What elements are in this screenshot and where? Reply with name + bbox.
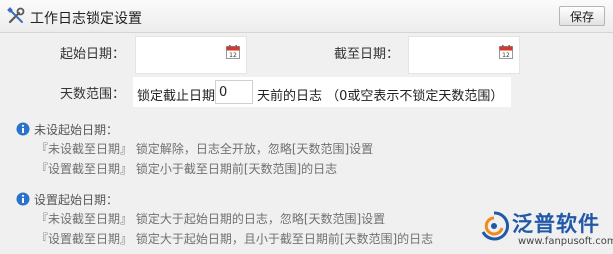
start-date-field[interactable]: 12 <box>135 36 247 74</box>
days-range-input[interactable] <box>215 80 253 104</box>
help-line: 『未设截至日期』 锁定解除，日志全开放，忽略[天数范围]设置 <box>36 142 374 156</box>
page-title: 工作日志锁定设置 <box>30 11 142 27</box>
info-icon <box>16 192 30 206</box>
lock-settings-form: 起始日期： 12 截至日期： 12 天数范围： 锁定截止日期 天前的日志 （0或… <box>0 33 613 113</box>
fanpu-logo-icon <box>481 211 510 241</box>
help-line: 『设置截至日期』 锁定小于截至日期前[天数范围]的日志 <box>36 162 338 176</box>
help-title: 设置起始日期： <box>34 193 119 207</box>
end-date-label: 截至日期： <box>334 47 400 62</box>
logo-url: www.fanpusoft.com <box>518 236 613 247</box>
start-date-label: 起始日期： <box>60 47 126 62</box>
info-icon <box>16 122 30 136</box>
end-date-field[interactable]: 12 <box>408 36 520 74</box>
svg-text:12: 12 <box>229 52 237 59</box>
calendar-icon[interactable]: 12 <box>226 45 240 59</box>
days-range-row: 锁定截止日期 天前的日志 （0或空表示不锁定天数范围） <box>133 77 511 107</box>
days-prefix: 锁定截止日期 <box>137 89 216 104</box>
help-line: 『未设截至日期』 锁定大于起始日期的日志，忽略[天数范围]设置 <box>36 212 386 226</box>
save-button[interactable]: 保存 <box>559 6 605 26</box>
days-range-label: 天数范围： <box>60 87 126 102</box>
help-title: 未设起始日期： <box>34 123 119 137</box>
title-bar: 工作日志锁定设置 保存 <box>0 0 613 33</box>
svg-text:12: 12 <box>502 52 510 59</box>
days-suffix: 天前的日志 （0或空表示不锁定天数范围） <box>257 89 504 104</box>
tools-icon <box>7 7 25 24</box>
logo-name: 泛普软件 <box>512 212 600 236</box>
calendar-icon[interactable]: 12 <box>499 45 513 59</box>
help-line: 『设置截至日期』 锁定大于起始日期，且小于截至日期前[天数范围]的日志 <box>36 232 434 246</box>
fanpu-logo: 泛普软件 www.fanpusoft.com <box>478 208 613 254</box>
